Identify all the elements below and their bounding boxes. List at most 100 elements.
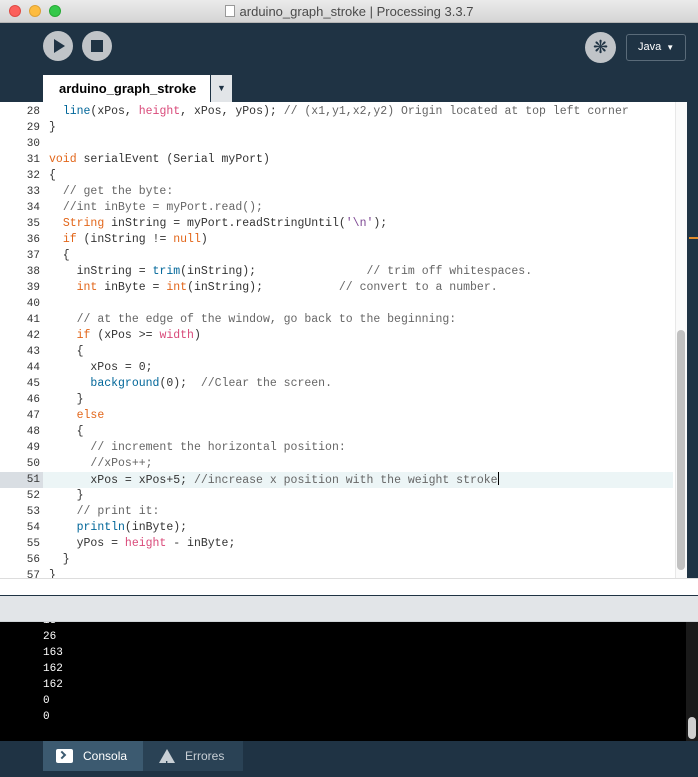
line-number: 40 (26, 298, 40, 310)
code-line[interactable]: } (43, 568, 673, 578)
line-number: 37 (26, 250, 40, 262)
code-line[interactable]: } (43, 120, 673, 136)
code-line[interactable]: //int inByte = myPort.read(); (43, 200, 673, 216)
line-number: 32 (26, 170, 40, 182)
line-number: 51 (26, 474, 40, 486)
line-number: 42 (26, 330, 40, 342)
code-line[interactable]: yPos = height - inByte; (43, 536, 673, 552)
code-line[interactable]: // at the edge of the window, go back to… (43, 312, 673, 328)
line-number: 57 (26, 570, 40, 578)
code-line[interactable]: //xPos++; (43, 456, 673, 472)
tab-errors[interactable]: Errores (143, 741, 243, 777)
console-scrollbar-thumb[interactable] (688, 717, 696, 739)
tab-strip: arduino_graph_stroke ▼ (0, 74, 698, 102)
error-marker (689, 237, 698, 239)
butterfly-icon: ❋ (592, 37, 609, 57)
code-line[interactable]: } (43, 392, 673, 408)
code-line[interactable]: String inString = myPort.readStringUntil… (43, 216, 673, 232)
console-line: 163 (43, 647, 63, 659)
line-number: 33 (26, 186, 40, 198)
line-number: 46 (26, 394, 40, 406)
run-button[interactable] (43, 31, 73, 61)
console-line: 162 (43, 679, 63, 691)
line-number: 43 (26, 346, 40, 358)
play-icon (54, 39, 65, 53)
code-line[interactable]: { (43, 344, 673, 360)
code-line[interactable]: if (xPos >= width) (43, 328, 673, 344)
console-line: 13 (43, 622, 56, 629)
code-line[interactable]: else (43, 408, 673, 424)
line-number: 34 (26, 202, 40, 214)
tab-menu-button[interactable]: ▼ (211, 75, 232, 102)
chevron-down-icon: ▼ (217, 83, 226, 93)
code-line[interactable]: // print it: (43, 504, 673, 520)
console-tab-label: Consola (83, 749, 128, 763)
line-number: 39 (26, 282, 40, 294)
code-line[interactable]: } (43, 552, 673, 568)
line-number: 44 (26, 362, 40, 374)
code-line[interactable]: { (43, 424, 673, 440)
code-line[interactable]: { (43, 168, 673, 184)
code-line[interactable]: { (43, 248, 673, 264)
console-line: 26 (43, 631, 57, 643)
line-number: 35 (26, 218, 40, 230)
line-number: 54 (26, 522, 40, 534)
line-number: 41 (26, 314, 40, 326)
mode-label: Java (638, 41, 662, 53)
footer-bar: Consola Errores (0, 741, 698, 777)
line-number: 52 (26, 490, 40, 502)
tab-arduino-graph-stroke[interactable]: arduino_graph_stroke (43, 75, 210, 102)
title-bar: arduino_graph_stroke | Processing 3.3.7 (0, 0, 698, 23)
console-line: 0 (43, 695, 50, 707)
editor-edge-strip (687, 102, 698, 578)
code-line[interactable]: println(inByte); (43, 520, 673, 536)
line-number: 55 (26, 538, 40, 550)
editor-scrollbar-thumb[interactable] (677, 330, 685, 570)
code-editor[interactable]: 28 29 30 31 32 33 34 35 36 37 38 39 40 41 42 43 44 45 46 47… (0, 102, 698, 578)
code-line[interactable] (43, 296, 673, 312)
code-line[interactable]: } (43, 488, 673, 504)
code-line[interactable]: inString = trim(inString); // trim off w… (43, 264, 673, 280)
code-line[interactable]: int inByte = int(inString); // convert t… (43, 280, 673, 296)
code-line[interactable]: xPos = 0; (43, 360, 673, 376)
code-line[interactable]: // increment the horizontal position: (43, 440, 673, 456)
console-icon (56, 749, 73, 763)
code-line[interactable]: xPos = xPos+5; //increase x position wit… (43, 472, 673, 488)
code-line[interactable]: background(0); //Clear the screen. (43, 376, 673, 392)
console-divider[interactable] (0, 595, 698, 622)
stop-button[interactable] (82, 31, 112, 61)
line-number: 45 (26, 378, 40, 390)
console-line: 162 (43, 663, 63, 675)
chevron-down-icon: ▼ (666, 43, 675, 52)
console-line: 0 (43, 711, 50, 723)
line-number: 29 (26, 122, 40, 134)
code-line[interactable]: if (inString != null) (43, 232, 673, 248)
line-number: 28 (26, 106, 40, 118)
stop-icon (91, 40, 103, 52)
line-number: 53 (26, 506, 40, 518)
console-output: 13 26 163 162 162 0 0 (0, 622, 698, 741)
line-number-gutter: 28 29 30 31 32 33 34 35 36 37 38 39 40 41 42 43 44 45 46 47… (0, 102, 43, 578)
line-number: 38 (26, 266, 40, 278)
code-line[interactable]: void serialEvent (Serial myPort) (43, 152, 673, 168)
window-title-text: arduino_graph_stroke | Processing 3.3.7 (239, 4, 474, 19)
line-number: 49 (26, 442, 40, 454)
line-number: 50 (26, 458, 40, 470)
code-line[interactable]: // get the byte: (43, 184, 673, 200)
debug-button[interactable]: ❋ (585, 32, 616, 63)
code-line[interactable]: line(xPos, height, xPos, yPos); // (x1,y… (43, 104, 673, 120)
text-cursor (497, 472, 499, 485)
errors-tab-label: Errores (185, 749, 225, 763)
mode-selector[interactable]: Java ▼ (626, 34, 686, 61)
line-number: 56 (26, 554, 40, 566)
tab-console[interactable]: Consola (43, 741, 143, 771)
code-text-area[interactable]: line(xPos, height, xPos, yPos); // (x1,y… (43, 102, 673, 578)
toolbar: ❋ Java ▼ (0, 23, 698, 74)
line-number: 31 (26, 154, 40, 166)
editor-status-row (0, 578, 698, 595)
window-title: arduino_graph_stroke | Processing 3.3.7 (0, 4, 698, 19)
document-icon (224, 5, 235, 17)
code-line[interactable] (43, 136, 673, 152)
line-number: 48 (26, 426, 40, 438)
line-number: 47 (26, 410, 40, 422)
